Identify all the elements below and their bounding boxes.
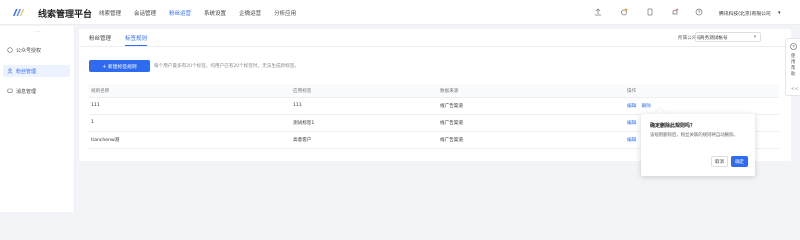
company-switcher[interactable]: 腾讯科技(北京)有限公司 bbox=[719, 10, 771, 17]
document-icon[interactable] bbox=[646, 8, 654, 16]
bell-icon[interactable] bbox=[671, 8, 679, 16]
edit-link[interactable]: 编辑 bbox=[627, 121, 636, 126]
row-actions: 编辑 bbox=[627, 137, 640, 143]
nav-item-analytics[interactable]: 分析应用 bbox=[274, 9, 296, 17]
main-nav: 线索管理 会话管理 粉丝运营 系统设置 企微运营 分析应用 bbox=[99, 9, 309, 17]
sidebar-item-label: 消息管理 bbox=[16, 88, 37, 95]
nav-item-settings[interactable]: 系统设置 bbox=[204, 9, 226, 17]
sidebar-item-label: 粉丝管理 bbox=[16, 68, 37, 75]
rule-name: 111 bbox=[91, 103, 100, 108]
row-actions: 编辑 bbox=[627, 120, 640, 126]
help-icon[interactable] bbox=[695, 8, 703, 16]
divider bbox=[79, 46, 791, 47]
account-select[interactable]: 商务测试帐号 ▾ bbox=[695, 32, 761, 42]
sidebar-item-account-auth[interactable]: 公众号授权 bbox=[3, 44, 70, 56]
new-tag-rule-button[interactable]: + 新建标签规则 bbox=[89, 60, 150, 72]
user-icon bbox=[7, 68, 13, 74]
rule-tag: 高意客户 bbox=[293, 138, 312, 143]
message-icon bbox=[7, 88, 13, 93]
collapse-icon[interactable]: << bbox=[791, 87, 798, 92]
delete-confirm-popover: 确定删除此规则吗？ 该规则删除后，粉丝关联的规则将自动删除。 取消 确定 bbox=[641, 114, 755, 176]
rule-source: 线广告渠道 bbox=[440, 138, 463, 143]
rule-name: tianchenw测 bbox=[91, 138, 120, 143]
logo-icon bbox=[13, 9, 24, 16]
rule-name: 1 bbox=[91, 120, 94, 125]
column-header: 数据来源 bbox=[440, 89, 459, 94]
account-select-value: 商务测试帐号 bbox=[700, 36, 728, 41]
column-header: 操作 bbox=[627, 89, 637, 94]
sidebar-item-messages[interactable]: 消息管理 bbox=[3, 85, 70, 97]
chevron-down-icon: ▾ bbox=[753, 34, 756, 40]
column-header: 规则名称 bbox=[91, 89, 110, 94]
popover-message: 该规则删除后，粉丝关联的规则将自动删除。 bbox=[650, 133, 738, 138]
chevron-down-icon[interactable]: ▾ bbox=[778, 10, 781, 16]
rule-tag: 111 bbox=[293, 103, 302, 108]
tab-fan-management[interactable]: 粉丝管理 bbox=[89, 34, 111, 46]
tab-tag-rules[interactable]: 标签规则 bbox=[125, 34, 148, 46]
nav-item-wework[interactable]: 企微运营 bbox=[239, 9, 261, 17]
top-bar: 线索管理平台 线索管理 会话管理 粉丝运营 系统设置 企微运营 分析应用 腾讯科… bbox=[0, 0, 800, 25]
question-icon bbox=[790, 43, 797, 50]
cancel-button[interactable]: 取消 bbox=[711, 156, 728, 167]
rule-tag: 测试标签1 bbox=[293, 121, 315, 126]
edit-link[interactable]: 编辑 bbox=[627, 104, 636, 109]
upload-icon[interactable] bbox=[594, 8, 602, 16]
column-header: 应用标签 bbox=[293, 89, 312, 94]
popover-title: 确定删除此规则吗？ bbox=[650, 123, 696, 129]
confirm-button[interactable]: 确定 bbox=[731, 156, 748, 167]
nav-item-fans[interactable]: 粉丝运营 bbox=[169, 9, 191, 17]
circle-icon bbox=[7, 47, 13, 53]
brand-title: 线索管理平台 bbox=[38, 10, 93, 20]
table-row: 111 111 线广告渠道 编辑 删除 bbox=[89, 98, 779, 115]
sidebar: ··· 公众号授权 粉丝管理 消息管理 bbox=[0, 26, 75, 212]
rule-source: 线广告渠道 bbox=[440, 104, 463, 109]
rule-source: 线广告渠道 bbox=[440, 121, 463, 126]
edit-link[interactable]: 编辑 bbox=[627, 138, 636, 143]
sidebar-collapse-icon[interactable]: ··· bbox=[35, 29, 41, 35]
help-label: 使用帮助 bbox=[791, 54, 796, 77]
delete-link[interactable]: 删除 bbox=[642, 104, 651, 109]
tag-limit-hint: 每个用户最多有20个标签，均用户已有20个标签时，无法生成新标签。 bbox=[154, 64, 299, 69]
nav-item-leads[interactable]: 线索管理 bbox=[99, 9, 121, 17]
sidebar-item-fan-management[interactable]: 粉丝管理 bbox=[3, 65, 70, 77]
help-float-panel[interactable]: 使用帮助 << bbox=[785, 38, 800, 96]
tab-bar: 粉丝管理 标签规则 bbox=[89, 34, 161, 46]
table-header: 规则名称 应用标签 数据来源 操作 bbox=[89, 84, 779, 98]
nav-item-sessions[interactable]: 会话管理 bbox=[134, 9, 156, 17]
notification-icon[interactable] bbox=[620, 8, 628, 16]
sidebar-item-label: 公众号授权 bbox=[16, 47, 42, 54]
row-actions: 编辑 删除 bbox=[627, 103, 655, 109]
